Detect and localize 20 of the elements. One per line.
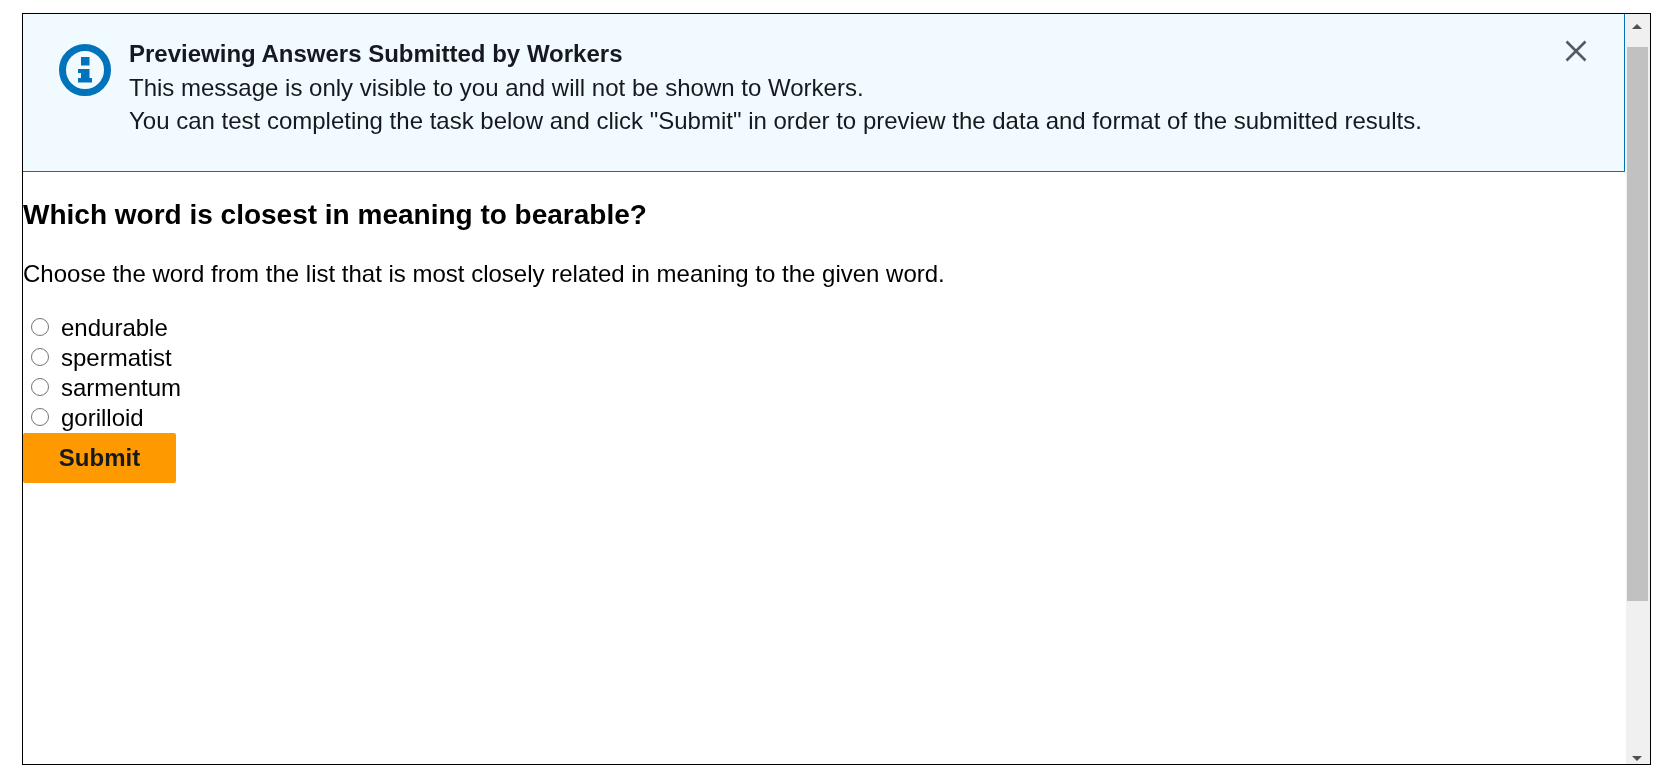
banner-message: You can test completing the task below and click "Submit" in order to preview the data and format of the submitted results.	[129, 106, 1423, 136]
option-label[interactable]: sarmentum	[61, 372, 182, 403]
submit-button[interactable]: Submit	[23, 432, 176, 483]
down-arrow-icon[interactable]	[1632, 756, 1642, 761]
info-icon	[59, 44, 111, 96]
close-button[interactable]	[1565, 40, 1587, 62]
banner-message: This message is only visible to you and will not be shown to Workers.	[129, 72, 865, 103]
scrollbar-thumb[interactable]	[1627, 47, 1648, 601]
option-label[interactable]: spermatist	[61, 342, 172, 373]
radio-button[interactable]	[31, 407, 49, 426]
question-heading: Which word is closest in meaning to bearable?	[23, 199, 648, 232]
radio-button[interactable]	[31, 317, 49, 336]
up-arrow-icon[interactable]	[1632, 24, 1642, 29]
radio-button[interactable]	[31, 377, 49, 396]
option-label[interactable]: gorilloid	[61, 402, 144, 433]
instructions-text: Choose the word from the list that is most closely related in meaning to the given word.	[23, 260, 946, 288]
radio-button[interactable]	[31, 347, 49, 366]
banner-title: Previewing Answers Submitted by Workers	[129, 39, 624, 69]
scrollbar-track[interactable]	[1626, 14, 1650, 764]
option-label[interactable]: endurable	[61, 312, 168, 343]
